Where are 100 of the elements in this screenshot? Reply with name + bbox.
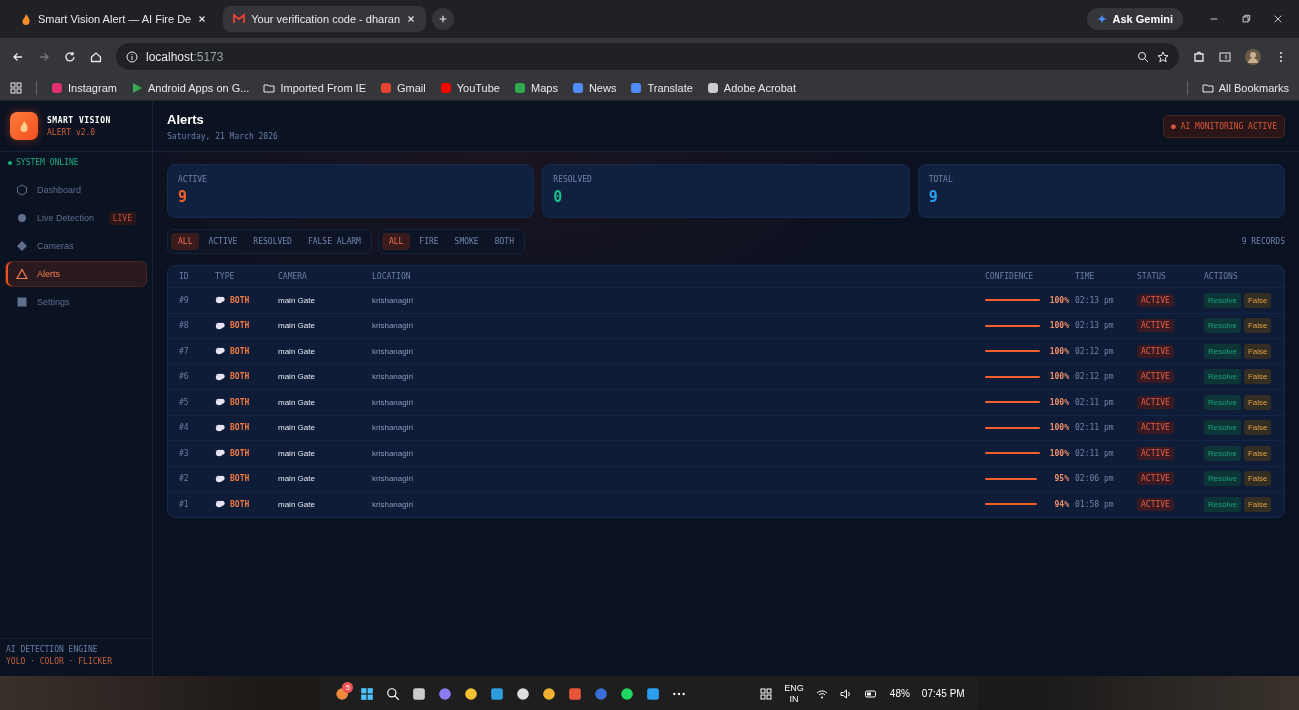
false-alarm-button[interactable]: False bbox=[1243, 292, 1272, 308]
alert-type: BOTH bbox=[230, 499, 250, 509]
resolve-button[interactable]: Resolve bbox=[1204, 292, 1241, 308]
filter-chip[interactable]: ALL bbox=[381, 233, 411, 250]
resolve-button[interactable]: Resolve bbox=[1204, 343, 1241, 359]
resolve-button[interactable]: Resolve bbox=[1204, 318, 1241, 334]
forward-icon[interactable] bbox=[38, 50, 50, 63]
filter-chip[interactable]: ACTIVE bbox=[201, 233, 245, 250]
resolve-button[interactable]: Resolve bbox=[1204, 394, 1241, 410]
false-alarm-button[interactable]: False bbox=[1243, 394, 1272, 410]
new-tab-button[interactable] bbox=[432, 8, 455, 30]
confidence-value: 100% bbox=[1048, 346, 1069, 356]
app-icon[interactable] bbox=[516, 686, 531, 701]
start-icon[interactable] bbox=[360, 686, 375, 701]
false-alarm-button[interactable]: False bbox=[1243, 445, 1272, 461]
column-header: ACTIONS bbox=[1204, 272, 1239, 281]
location: krishanagiri bbox=[372, 346, 413, 356]
bookmark[interactable]: Imported From IE bbox=[263, 81, 366, 94]
filter-chip[interactable]: RESOLVED bbox=[246, 233, 299, 250]
resolve-button[interactable]: Resolve bbox=[1204, 369, 1241, 385]
bookmark[interactable]: Android Apps on G... bbox=[130, 81, 250, 94]
filter-chip[interactable]: SMOKE bbox=[447, 233, 486, 250]
nav-item[interactable]: Alerts bbox=[5, 261, 147, 287]
false-alarm-button[interactable]: False bbox=[1243, 496, 1272, 512]
app-icon[interactable] bbox=[542, 686, 557, 701]
confidence-value: 100% bbox=[1048, 295, 1069, 305]
reading-icon[interactable] bbox=[1219, 50, 1231, 63]
status-badge: ACTIVE bbox=[1137, 344, 1174, 358]
false-alarm-button[interactable]: False bbox=[1243, 471, 1272, 487]
alert-time: 02:13 pm bbox=[1075, 321, 1115, 331]
false-alarm-button[interactable]: False bbox=[1243, 343, 1272, 359]
bookmark[interactable]: Maps bbox=[514, 81, 558, 94]
column-header: CONFIDENCE bbox=[985, 272, 1035, 281]
location: krishanagiri bbox=[372, 321, 413, 331]
avatar-icon[interactable] bbox=[1245, 48, 1261, 65]
app-icon[interactable] bbox=[490, 686, 505, 701]
resolve-button[interactable]: Resolve bbox=[1204, 420, 1241, 436]
filter-chip[interactable]: FALSE ALARM bbox=[300, 233, 368, 250]
close-icon[interactable] bbox=[406, 14, 417, 24]
nav-item[interactable]: Live Detection LIVE bbox=[5, 205, 147, 231]
nav-item[interactable]: Settings bbox=[5, 289, 147, 315]
resolve-button[interactable]: Resolve bbox=[1204, 496, 1241, 512]
warning-icon bbox=[16, 268, 28, 280]
bookmark[interactable]: Gmail bbox=[380, 81, 426, 94]
live-badge: LIVE bbox=[108, 211, 136, 225]
star-icon[interactable] bbox=[1157, 50, 1169, 63]
zoom-icon[interactable] bbox=[1137, 50, 1149, 63]
confidence-value: 94% bbox=[1053, 499, 1069, 509]
false-alarm-button[interactable]: False bbox=[1243, 369, 1272, 385]
false-alarm-button[interactable]: False bbox=[1243, 420, 1272, 436]
home-icon[interactable] bbox=[90, 50, 102, 63]
back-icon[interactable] bbox=[12, 50, 24, 63]
resolve-button[interactable]: Resolve bbox=[1204, 445, 1241, 461]
bookmark[interactable]: YouTube bbox=[439, 81, 500, 94]
browser-tab[interactable]: Your verification code - dharan bbox=[223, 6, 427, 32]
apps-grid-icon[interactable] bbox=[10, 81, 22, 94]
search-icon[interactable] bbox=[386, 686, 401, 701]
bookmark[interactable]: Instagram bbox=[51, 81, 117, 94]
language-indicator[interactable]: ENG IN bbox=[784, 682, 804, 705]
column-header: TYPE bbox=[215, 272, 236, 281]
stat-label: TOTAL bbox=[928, 175, 954, 184]
brand-name: SMART VISION bbox=[47, 115, 111, 125]
clock[interactable]: 07:45 PM bbox=[921, 688, 965, 699]
all-bookmarks[interactable]: All Bookmarks bbox=[1201, 81, 1289, 94]
browser-tab[interactable]: Smart Vision Alert — AI Fire De bbox=[10, 6, 218, 32]
ask-gemini-button[interactable]: Ask Gemini bbox=[1087, 8, 1183, 30]
false-alarm-button[interactable]: False bbox=[1243, 318, 1272, 334]
alert-time: 02:11 pm bbox=[1075, 423, 1115, 433]
bookmark[interactable]: Adobe Acrobat bbox=[706, 81, 797, 94]
bookmark-icon bbox=[630, 81, 643, 94]
volume-icon[interactable] bbox=[839, 687, 852, 700]
confidence-value: 100% bbox=[1048, 423, 1069, 433]
app-icon[interactable] bbox=[646, 686, 661, 701]
app-icon[interactable] bbox=[464, 686, 479, 701]
filter-chip[interactable]: BOTH bbox=[487, 233, 521, 250]
hexagon-icon bbox=[16, 184, 28, 196]
nav-item[interactable]: Dashboard bbox=[5, 177, 147, 203]
bookmark-icon bbox=[571, 81, 584, 94]
extensions-icon[interactable] bbox=[1193, 50, 1205, 63]
bookmark[interactable]: News bbox=[571, 81, 617, 94]
reload-icon[interactable] bbox=[64, 50, 76, 63]
app-icon[interactable] bbox=[438, 686, 453, 701]
filter-chip[interactable]: FIRE bbox=[412, 233, 446, 250]
alert-type: BOTH bbox=[230, 397, 250, 407]
nav-item[interactable]: Cameras bbox=[5, 233, 147, 259]
qr-icon[interactable] bbox=[760, 687, 773, 700]
address-field[interactable]: localhost:5173 bbox=[116, 43, 1179, 70]
restore-icon[interactable] bbox=[1241, 14, 1251, 24]
resolve-button[interactable]: Resolve bbox=[1204, 471, 1241, 487]
app-icon[interactable] bbox=[620, 686, 635, 701]
camera-name: main Gate bbox=[278, 346, 316, 356]
wifi-icon[interactable] bbox=[815, 687, 828, 700]
filter-chip[interactable]: ALL bbox=[171, 233, 200, 250]
battery-icon[interactable] bbox=[863, 687, 878, 700]
bookmark[interactable]: Translate bbox=[630, 81, 693, 94]
close-icon[interactable] bbox=[197, 14, 208, 24]
stat-label: ACTIVE bbox=[178, 175, 208, 184]
alert-time: 02:06 pm bbox=[1075, 474, 1115, 484]
app-icon[interactable] bbox=[412, 686, 427, 701]
close-icon[interactable] bbox=[1273, 14, 1283, 24]
